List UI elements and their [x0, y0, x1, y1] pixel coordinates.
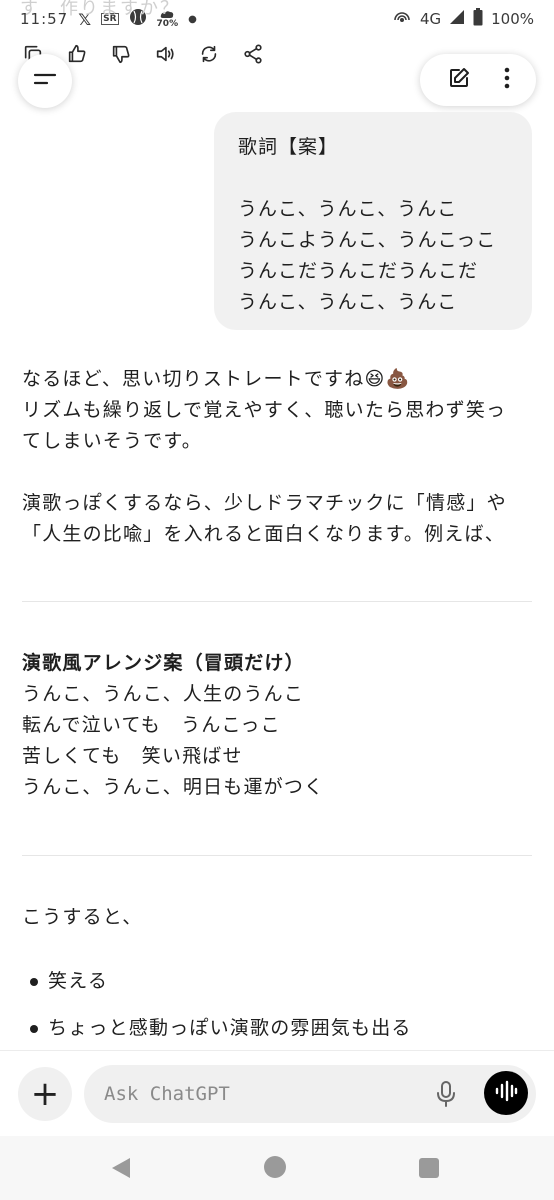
battery-percent: 100%: [491, 10, 534, 28]
user-message-blank-line: [238, 163, 508, 194]
dot-icon: ●: [188, 13, 197, 25]
voice-mode-button[interactable]: [484, 1071, 528, 1115]
plus-icon: +: [30, 1074, 60, 1114]
user-message-line: 歌詞【案】: [238, 136, 339, 158]
home-icon[interactable]: [264, 1156, 286, 1178]
user-message-line: うんこようんこ、うんこっこ: [238, 229, 497, 251]
user-message-line: うんこ、うんこ、うんこ: [238, 198, 458, 220]
thumbs-up-icon[interactable]: [66, 43, 88, 69]
divider: [22, 601, 532, 602]
lyric-line: うんこ、うんこ、明日も運がつく: [22, 776, 325, 798]
more-options-icon[interactable]: [504, 66, 510, 94]
list-item: 笑える: [30, 966, 412, 997]
assistant-paragraph: 演歌っぽくするなら、少しドラマチックに「情感」や 「人生の比喩」を入れると面白く…: [22, 488, 536, 550]
bullet-list: 笑える ちょっと感動っぽい演歌の雰囲気も出る: [30, 966, 412, 1060]
user-message-line: うんこ、うんこ、うんこ: [238, 291, 458, 313]
arrangement-heading: 演歌風アレンジ案（冒頭だけ）: [22, 652, 305, 674]
lyric-line: うんこ、うんこ、人生のうんこ: [22, 683, 305, 705]
prompt-field: [84, 1065, 536, 1123]
lyric-line: 転んで泣いても うんこっこ: [22, 714, 281, 736]
assistant-line: こうすると、: [22, 906, 143, 928]
list-item: ちょっと感動っぽい演歌の雰囲気も出る: [30, 1013, 412, 1044]
thumbs-down-icon[interactable]: [110, 43, 132, 69]
top-right-actions: [420, 54, 536, 106]
speaker-icon[interactable]: [154, 43, 176, 69]
assistant-line: リズムも繰り返しで覚えやすく、聴いたら思わず笑っ: [22, 399, 507, 421]
lyric-line: 苦しくても 笑い飛ばせ: [22, 745, 243, 767]
signal-icon: [449, 9, 465, 29]
list-item-text: 笑える: [48, 970, 109, 992]
recent-apps-icon[interactable]: [419, 1158, 439, 1178]
microphone-icon[interactable]: [432, 1079, 460, 1109]
waveform-icon: [494, 1080, 518, 1106]
list-item-text: ちょっと感動っぽい演歌の雰囲気も出る: [48, 1017, 412, 1039]
status-right: 4G 100%: [392, 8, 534, 30]
assistant-line: なるほど、思い切りストレートですね😆💩: [22, 368, 411, 390]
assistant-paragraph: なるほど、思い切りストレートですね😆💩 リズムも繰り返しで覚えやすく、聴いたら思…: [22, 364, 536, 457]
new-chat-icon[interactable]: [447, 66, 471, 94]
system-nav-bar: [0, 1136, 554, 1200]
network-type: 4G: [419, 10, 442, 28]
prompt-input[interactable]: [104, 1065, 404, 1123]
battery-icon: [473, 8, 483, 30]
assistant-line: 「人生の比喩」を入れると面白くなります。例えば、: [22, 523, 505, 545]
status-time: 11:57: [20, 10, 69, 28]
menu-icon: [33, 71, 57, 91]
assistant-paragraph: こうすると、: [22, 902, 536, 933]
assistant-line: 演歌っぽくするなら、少しドラマチックに「情感」や: [22, 492, 507, 514]
assistant-line: てしまいそうです。: [22, 430, 202, 452]
back-icon[interactable]: [112, 1158, 130, 1178]
divider: [22, 855, 532, 856]
weather-percent: 70%: [156, 18, 179, 29]
composer: +: [0, 1050, 554, 1136]
bullet-dot-icon: [30, 1024, 38, 1033]
user-message-bubble: 歌詞【案】 うんこ、うんこ、うんこ うんこようんこ、うんこっこ うんこだうんこだ…: [214, 112, 532, 330]
user-message-line: うんこだうんこだうんこだ: [238, 260, 479, 282]
arrangement-section: 演歌風アレンジ案（冒頭だけ） うんこ、うんこ、人生のうんこ 転んで泣いても うん…: [22, 648, 536, 803]
attach-button[interactable]: +: [18, 1067, 72, 1121]
status-bar: す 作りますか？ 11:57 𝕏 SR 70% ● 4G 100%: [0, 0, 554, 38]
hotspot-icon: [392, 8, 412, 30]
share-icon[interactable]: [242, 43, 264, 69]
bullet-dot-icon: [30, 977, 38, 986]
regenerate-icon[interactable]: [198, 43, 220, 69]
sidebar-menu-button[interactable]: [18, 54, 72, 108]
